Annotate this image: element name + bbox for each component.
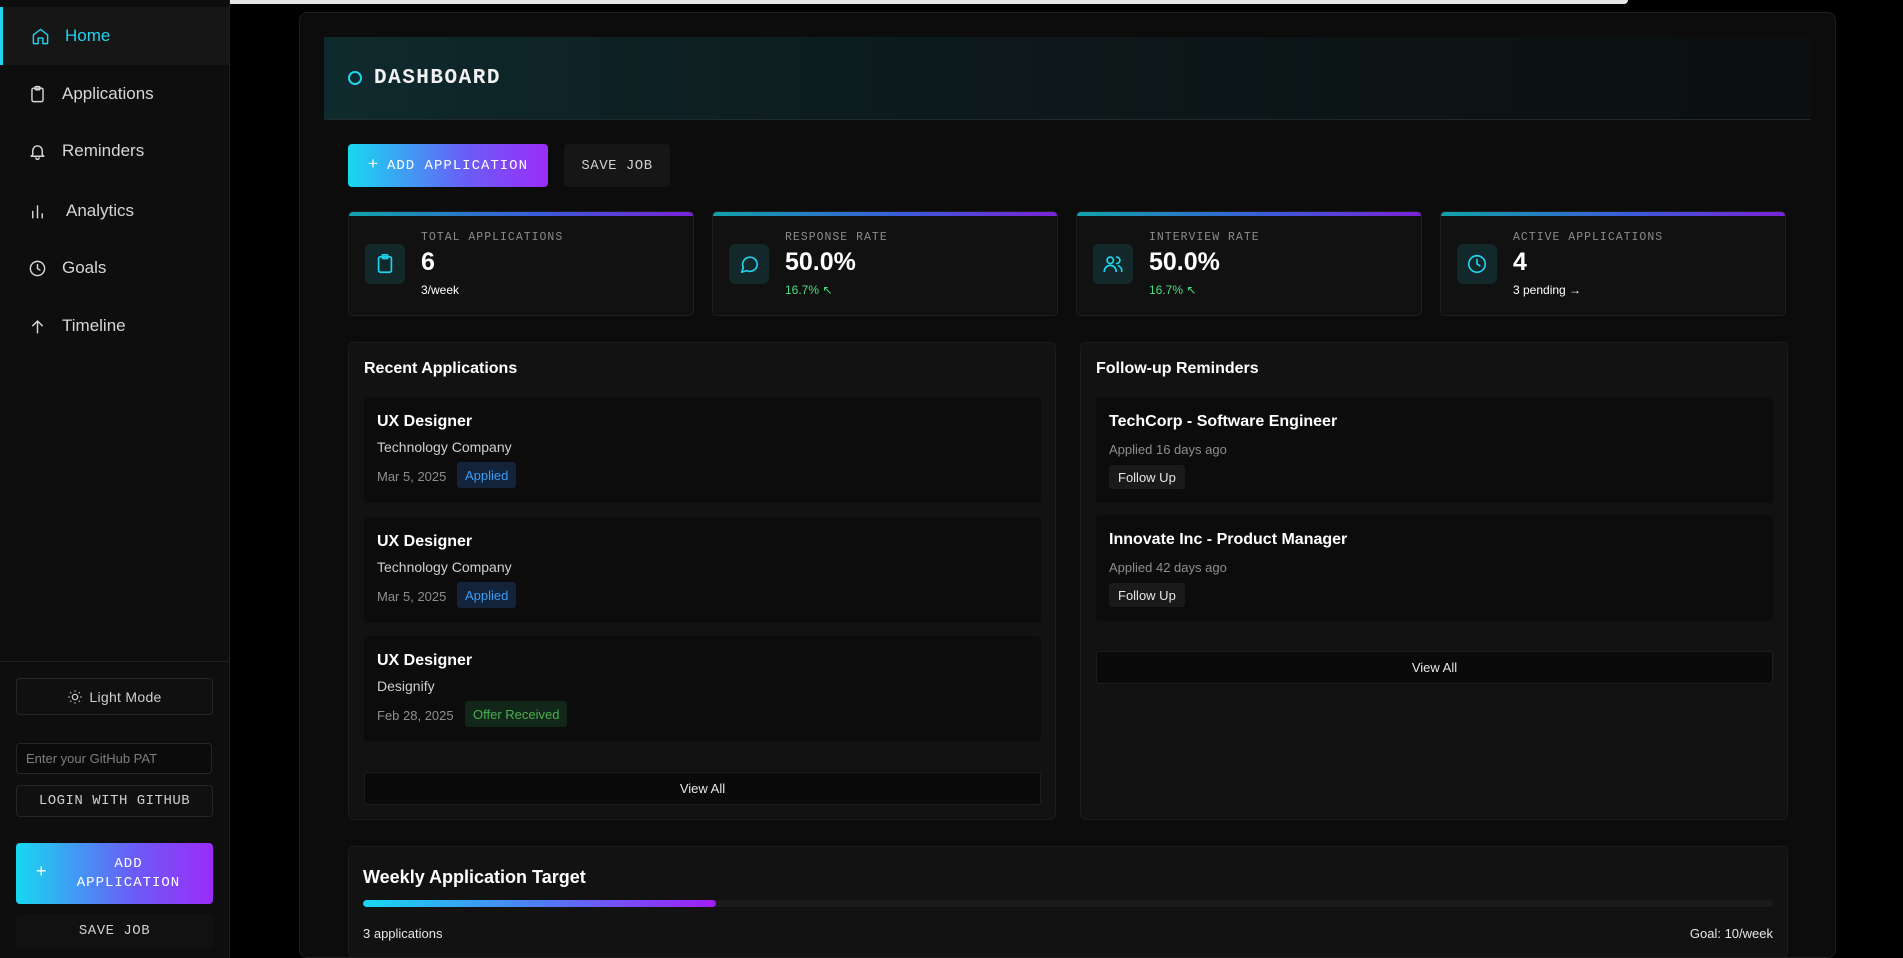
sidebar-item-applications[interactable]: Applications [0, 65, 229, 123]
message-circle-icon [729, 244, 769, 284]
card-accent-bar [1441, 212, 1785, 216]
application-company: Designify [377, 678, 435, 694]
application-date: Mar 5, 2025 [377, 469, 447, 484]
recent-applications-panel: Recent Applications UX Designer Technolo… [348, 342, 1056, 820]
stat-sub: 16.7% ↖ [1149, 283, 1197, 297]
follow-up-button[interactable]: Follow Up [1109, 583, 1185, 607]
view-all-applications-button[interactable]: View All [364, 772, 1041, 805]
application-company: Technology Company [377, 439, 512, 455]
stat-card-total-applications: TOTAL APPLICATIONS 6 3/week [348, 211, 694, 316]
clipboard-icon [26, 83, 48, 105]
stat-sub: 3/week [421, 283, 460, 297]
sidebar-save-job-button[interactable]: SAVE JOB [16, 914, 213, 948]
browser-bar-edge [148, 0, 1628, 4]
sidebar-divider [0, 661, 229, 662]
sidebar-save-job-label: SAVE JOB [78, 923, 151, 939]
plus-icon: + [368, 153, 379, 173]
users-icon [1093, 244, 1133, 284]
status-badge: Offer Received [465, 701, 568, 727]
save-job-button[interactable]: SAVE JOB [564, 144, 670, 187]
target-goal: Goal: 10/week [1689, 926, 1773, 941]
clock-icon [1457, 244, 1497, 284]
application-date: Feb 28, 2025 [377, 708, 454, 723]
login-github-button[interactable]: LOGIN WITH GITHUB [16, 785, 213, 817]
dashboard-header: DASHBOARD [324, 37, 1811, 120]
stat-value: 50.0% [1149, 248, 1220, 276]
github-pat-input[interactable] [16, 743, 212, 774]
sidebar-item-goals[interactable]: Goals [0, 239, 229, 297]
bell-icon [26, 140, 48, 162]
card-accent-bar [1077, 212, 1421, 216]
stat-sub: 3 pending → [1513, 283, 1582, 297]
circle-icon [348, 71, 362, 85]
stat-card-interview-rate: INTERVIEW RATE 50.0% 16.7% ↖ [1076, 211, 1422, 316]
stat-label: INTERVIEW RATE [1149, 231, 1260, 244]
sidebar-item-label: Applications [62, 84, 154, 103]
stat-sub: 16.7% ↖ [785, 283, 833, 297]
sidebar-item-label: Timeline [62, 316, 126, 335]
card-accent-bar [349, 212, 693, 216]
panel-title: Follow-up Reminders [1096, 360, 1259, 377]
application-company: Technology Company [377, 559, 512, 575]
stat-value: 4 [1513, 248, 1527, 276]
list-item[interactable]: UX Designer Technology Company Mar 5, 20… [364, 397, 1041, 503]
sidebar-add-application-button[interactable]: + ADD APPLICATION [16, 843, 213, 904]
home-icon [29, 25, 51, 47]
sidebar-item-label: Home [65, 26, 111, 45]
reminder-sub: Applied 42 days ago [1109, 560, 1227, 575]
sidebar-item-home[interactable]: Home [0, 7, 229, 65]
reminder-title: TechCorp - Software Engineer [1109, 413, 1338, 430]
stat-value: 6 [421, 248, 435, 276]
status-badge: Applied [457, 462, 517, 488]
sidebar: Home Applications Reminders Analytics Go… [0, 0, 230, 958]
list-item[interactable]: UX Designer Designify Feb 28, 2025 Offer… [364, 636, 1041, 742]
clipboard-icon [365, 244, 405, 284]
view-all-reminders-button[interactable]: View All [1096, 651, 1773, 684]
save-job-label: SAVE JOB [581, 157, 653, 174]
sidebar-item-label: Reminders [62, 141, 145, 160]
theme-toggle-label: Light Mode [89, 688, 162, 705]
application-title: UX Designer [377, 533, 473, 550]
sidebar-item-label: Goals [62, 258, 107, 277]
sidebar-item-analytics[interactable]: Analytics [0, 182, 229, 240]
progress-track [363, 900, 1773, 907]
stat-label: TOTAL APPLICATIONS [421, 231, 564, 244]
stat-card-response-rate: RESPONSE RATE 50.0% 16.7% ↖ [712, 211, 1058, 316]
clock-icon [26, 257, 48, 279]
stat-card-active-applications: ACTIVE APPLICATIONS 4 3 pending → [1440, 211, 1786, 316]
application-date: Mar 5, 2025 [377, 589, 447, 604]
stat-label: RESPONSE RATE [785, 231, 888, 244]
sidebar-item-timeline[interactable]: Timeline [0, 297, 229, 355]
bar-chart-icon [26, 200, 48, 222]
progress-fill [363, 900, 716, 907]
weekly-target-panel: Weekly Application Target 3 applications… [348, 846, 1788, 958]
sidebar-item-reminders[interactable]: Reminders [0, 122, 229, 180]
sidebar-item-label: Analytics [66, 201, 135, 220]
arrow-up-icon [26, 315, 48, 337]
follow-up-reminders-panel: Follow-up Reminders TechCorp - Software … [1080, 342, 1788, 820]
reminder-title: Innovate Inc - Product Manager [1109, 531, 1348, 548]
target-count: 3 applications [363, 926, 443, 941]
sidebar-add-application-label: ADD APPLICATION [76, 855, 181, 891]
application-title: UX Designer [377, 652, 473, 669]
add-application-label: ADD APPLICATION [386, 157, 528, 174]
login-github-label: LOGIN WITH GITHUB [38, 793, 191, 809]
status-badge: Applied [457, 582, 517, 608]
plus-icon: + [36, 861, 48, 881]
sun-icon [67, 689, 83, 705]
reminder-item: TechCorp - Software Engineer Applied 16 … [1096, 397, 1773, 503]
list-item[interactable]: UX Designer Technology Company Mar 5, 20… [364, 517, 1041, 623]
stat-value: 50.0% [785, 248, 856, 276]
theme-toggle-button[interactable]: Light Mode [16, 678, 213, 715]
card-accent-bar [713, 212, 1057, 216]
page-title: DASHBOARD [374, 66, 501, 90]
reminder-item: Innovate Inc - Product Manager Applied 4… [1096, 515, 1773, 621]
panel-title: Weekly Application Target [363, 867, 586, 887]
add-application-button[interactable]: + ADD APPLICATION [348, 144, 548, 187]
stat-label: ACTIVE APPLICATIONS [1513, 231, 1664, 244]
panel-title: Recent Applications [364, 360, 518, 377]
follow-up-button[interactable]: Follow Up [1109, 465, 1185, 489]
application-title: UX Designer [377, 413, 473, 430]
reminder-sub: Applied 16 days ago [1109, 442, 1227, 457]
